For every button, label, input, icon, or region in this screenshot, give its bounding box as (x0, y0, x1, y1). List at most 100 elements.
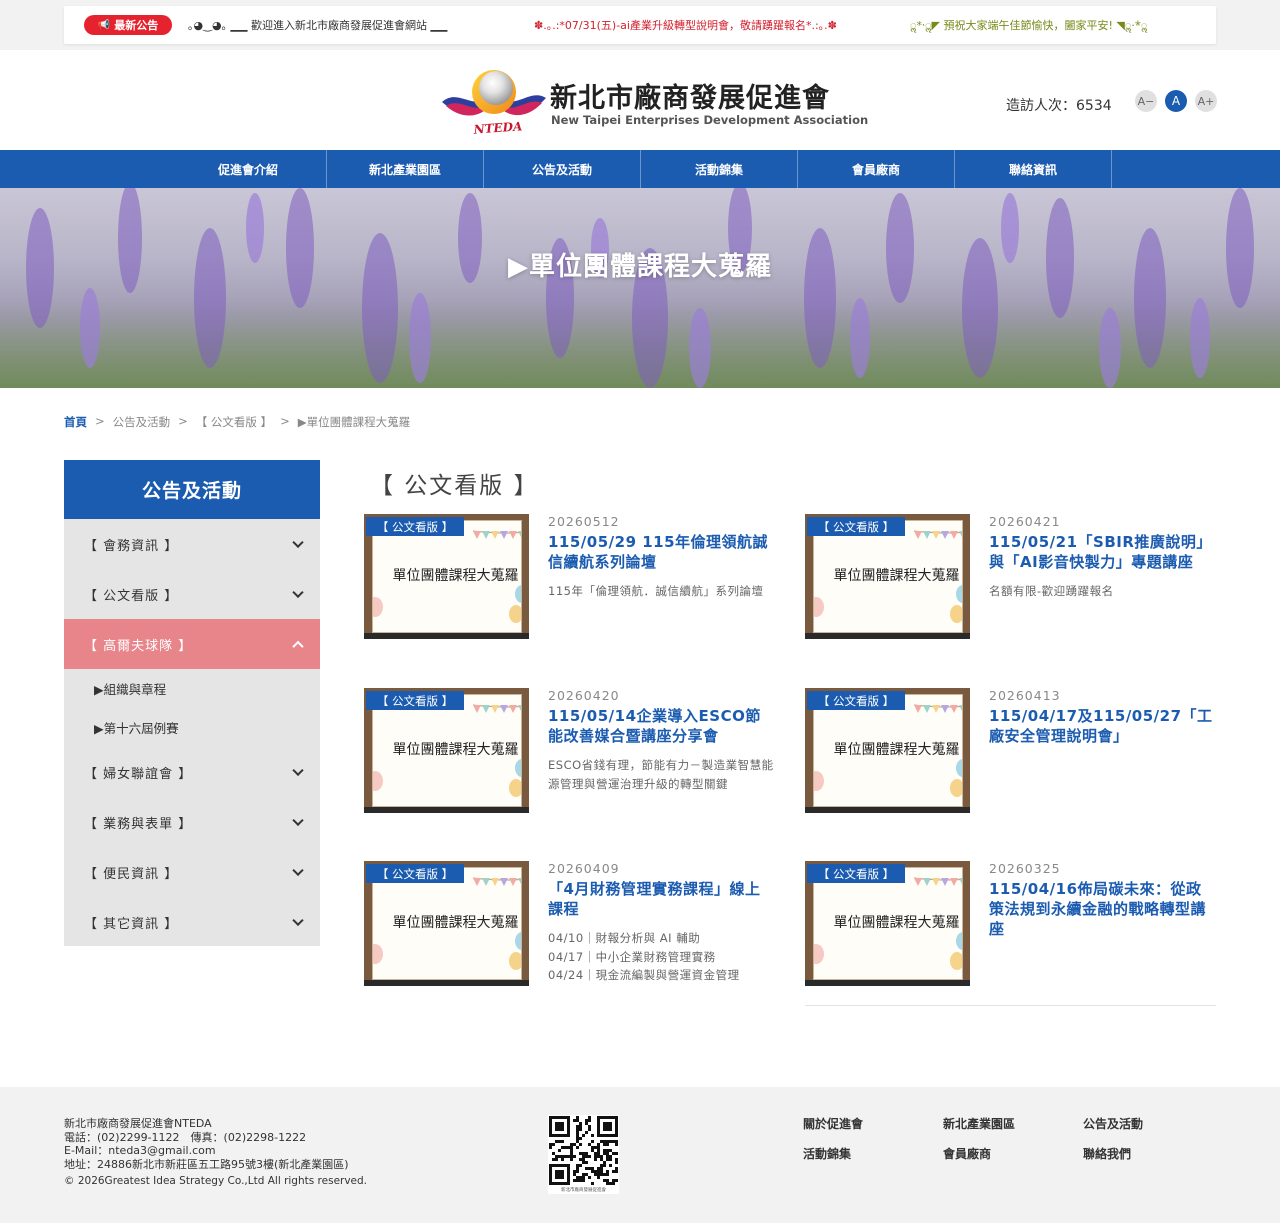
card-thumbnail[interactable]: 單位團體課程大蒐羅 【 公文看版 】 (805, 688, 970, 813)
sidebar-item-label: 【 高爾夫球隊 】 (84, 638, 193, 654)
card-thumbnail-base (364, 633, 529, 639)
nav-item-gallery[interactable]: 活動錦集 (641, 150, 798, 188)
footer-link-contact[interactable]: 聯絡我們 (1083, 1145, 1183, 1162)
card-thumbnail[interactable]: 單位團體課程大蒐羅 【 公文看版 】 (364, 861, 529, 986)
nav-item-contact[interactable]: 聯絡資訊 (955, 150, 1112, 188)
sidebar-item-bulletin-board[interactable]: 【 公文看版 】 (64, 569, 320, 619)
font-size-large-button[interactable]: A+ (1195, 90, 1217, 112)
news-card[interactable]: 單位團體課程大蒐羅 【 公文看版 】 20260325 115/04/16佈局碳… (805, 861, 1216, 986)
announcement-strip: 📢 最新公告 ｡◕‿◕｡ ▁▁ 歡迎進入新北市廠商發展促進會網站 ▁▁ ✽.｡.… (0, 0, 1280, 50)
card-title[interactable]: 115/04/17及115/05/27「工廠安全管理說明會」 (989, 706, 1215, 746)
breadcrumb-announcements[interactable]: 公告及活動 (113, 414, 171, 430)
breadcrumb: 首頁 > 公告及活動 > 【 公文看版 】 > ▶單位團體課程大蒐羅 (64, 414, 410, 430)
footer-link-members[interactable]: 會員廠商 (943, 1145, 1083, 1162)
sidebar-item-association-info[interactable]: 【 會務資訊 】 (64, 519, 320, 569)
footer-links: 關於促進會 新北產業園區 公告及活動 活動錦集 會員廠商 聯絡我們 (803, 1115, 1183, 1162)
balloon-icon (814, 597, 824, 617)
nav-item-industrial-park[interactable]: 新北產業園區 (327, 150, 484, 188)
sidebar-item-public-info[interactable]: 【 便民資訊 】 (64, 847, 320, 897)
footer-link-gallery[interactable]: 活動錦集 (803, 1145, 943, 1162)
footer-copyright: © 2026Greatest Idea Strategy Co.,Ltd All… (64, 1175, 368, 1187)
sidebar-item-other-info[interactable]: 【 其它資訊 】 (64, 897, 320, 947)
card-category-tag: 【 公文看版 】 (807, 517, 905, 536)
chevron-down-icon (292, 814, 304, 827)
balloon-icon (950, 952, 962, 970)
divider (805, 1005, 1216, 1006)
breadcrumb-bulletin-board[interactable]: 【 公文看版 】 (196, 414, 272, 430)
font-size-small-button[interactable]: A− (1135, 90, 1157, 112)
latest-news-label: 最新公告 (114, 19, 159, 32)
footer-link-about[interactable]: 關於促進會 (803, 1115, 943, 1132)
card-thumbnail-base (364, 807, 529, 813)
sidebar-item-label: 【 便民資訊 】 (84, 866, 179, 882)
news-card[interactable]: 單位團體課程大蒐羅 【 公文看版 】 20260420 115/05/14企業導… (364, 688, 775, 813)
balloon-icon (515, 585, 521, 603)
balloon-icon (373, 944, 383, 964)
footer-address: 地址：24886新北市新莊區五工路95號3樓(新北產業園區) (64, 1157, 349, 1171)
balloon-icon (950, 779, 962, 797)
card-thumbnail-base (805, 807, 970, 813)
breadcrumb-separator: > (95, 414, 105, 428)
sidebar-item-label: 【 業務與表單 】 (84, 816, 193, 832)
breadcrumb-current: ▶單位團體課程大蒐羅 (297, 415, 411, 429)
card-thumbnail[interactable]: 單位團體課程大蒐羅 【 公文看版 】 (364, 514, 529, 639)
font-size-medium-button[interactable]: A (1165, 90, 1187, 112)
nav-item-announcements[interactable]: 公告及活動 (484, 150, 641, 188)
balloon-icon (956, 759, 962, 777)
card-thumbnail-base (364, 980, 529, 986)
balloon-icon (814, 771, 824, 791)
card-title[interactable]: 115/04/16佈局碳未來：從政策法規到永續金融的戰略轉型講座 (989, 879, 1215, 939)
card-title[interactable]: 115/05/29 115年倫理領航誠信續航系列論壇 (548, 532, 774, 572)
nav-item-members[interactable]: 會員廠商 (798, 150, 955, 188)
card-description: 115年「倫理領航．誠信續航」系列論壇 (548, 584, 764, 598)
balloon-icon (956, 932, 962, 950)
card-thumbnail-board: 單位團體課程大蒐羅 (372, 520, 522, 633)
site-logo[interactable]: NTEDA 新北市廠商發展促進會 New Taipei Enterprises … (440, 64, 868, 140)
card-thumbnail[interactable]: 單位團體課程大蒐羅 【 公文看版 】 (805, 861, 970, 986)
balloon-icon (509, 605, 521, 623)
card-thumbnail-text: 單位團體課程大蒐羅 (833, 742, 960, 758)
sidebar-item-golf-team[interactable]: 【 高爾夫球隊 】 (64, 619, 320, 669)
card-category-tag: 【 公文看版 】 (366, 691, 464, 710)
latest-news-badge[interactable]: 📢 最新公告 (84, 15, 172, 35)
sidebar: 公告及活動 【 會務資訊 】 【 公文看版 】 【 高爾夫球隊 】 ▶組織與章程… (64, 460, 320, 946)
news-card[interactable]: 單位團體課程大蒐羅 【 公文看版 】 20260421 115/05/21「SB… (805, 514, 1216, 639)
ticker-message-3[interactable]: ॢ*·ॢ◤ 預祝大家端午佳節愉快，闔家平安! ◥ॢ·*ॢ (910, 17, 1147, 33)
card-date: 20260420 (548, 688, 620, 703)
news-card[interactable]: 單位團體課程大蒐羅 【 公文看版 】 20260413 115/04/17及11… (805, 688, 1216, 813)
ticker-message-1[interactable]: ｡◕‿◕｡ ▁▁ 歡迎進入新北市廠商發展促進會網站 ▁▁ (188, 17, 518, 33)
card-title[interactable]: 115/05/21「SBIR推廣說明」與「AI影音快製力」專題講座 (989, 532, 1215, 572)
sidebar-subitem-16th-match[interactable]: ▶第十六屆例賽 (64, 708, 320, 747)
card-title[interactable]: 「4月財務管理實務課程」線上課程 (548, 879, 774, 919)
site-title: 新北市廠商發展促進會 (550, 83, 830, 114)
card-date: 20260421 (989, 514, 1061, 529)
card-thumbnail[interactable]: 單位團體課程大蒐羅 【 公文看版 】 (364, 688, 529, 813)
megaphone-icon: 📢 (97, 19, 111, 31)
chevron-down-icon (292, 764, 304, 777)
sidebar-item-label: 【 會務資訊 】 (84, 538, 179, 554)
balloon-icon (509, 779, 521, 797)
news-card[interactable]: 單位團體課程大蒐羅 【 公文看版 】 20260409 「4月財務管理實務課程」… (364, 861, 775, 986)
card-title[interactable]: 115/05/14企業導入ESCO節能改善媒合暨講座分享會 (548, 706, 774, 746)
sidebar-item-women-club[interactable]: 【 婦女聯誼會 】 (64, 747, 320, 797)
card-thumbnail-board: 單位團體課程大蒐羅 (372, 867, 522, 980)
news-card[interactable]: 單位團體課程大蒐羅 【 公文看版 】 20260512 115/05/29 11… (364, 514, 775, 639)
breadcrumb-home[interactable]: 首頁 (64, 414, 87, 430)
card-thumbnail-board: 單位團體課程大蒐羅 (813, 867, 963, 980)
footer-email[interactable]: E-Mail：nteda3@gmail.com (64, 1144, 349, 1158)
sidebar-item-label: 【 公文看版 】 (84, 588, 179, 604)
balloon-icon (515, 759, 521, 777)
site-header: NTEDA 新北市廠商發展促進會 New Taipei Enterprises … (0, 50, 1280, 150)
card-category-tag: 【 公文看版 】 (366, 864, 464, 883)
card-thumbnail-board: 單位團體課程大蒐羅 (372, 694, 522, 807)
nav-item-about[interactable]: 促進會介紹 (170, 150, 327, 188)
ticker-message-2[interactable]: ✽.｡.:*07/31(五)-ai產業升級轉型說明會，敬請踴躍報名*.:｡.✽ (534, 17, 894, 33)
sidebar-item-business-forms[interactable]: 【 業務與表單 】 (64, 797, 320, 847)
footer-link-industrial-park[interactable]: 新北產業園區 (943, 1115, 1083, 1132)
bunting-flags-icon (473, 530, 521, 539)
card-category-tag: 【 公文看版 】 (807, 864, 905, 883)
card-thumbnail[interactable]: 單位團體課程大蒐羅 【 公文看版 】 (805, 514, 970, 639)
sidebar-subitem-organization[interactable]: ▶組織與章程 (64, 669, 320, 708)
balloon-icon (373, 771, 383, 791)
footer-link-announcements[interactable]: 公告及活動 (1083, 1115, 1183, 1132)
